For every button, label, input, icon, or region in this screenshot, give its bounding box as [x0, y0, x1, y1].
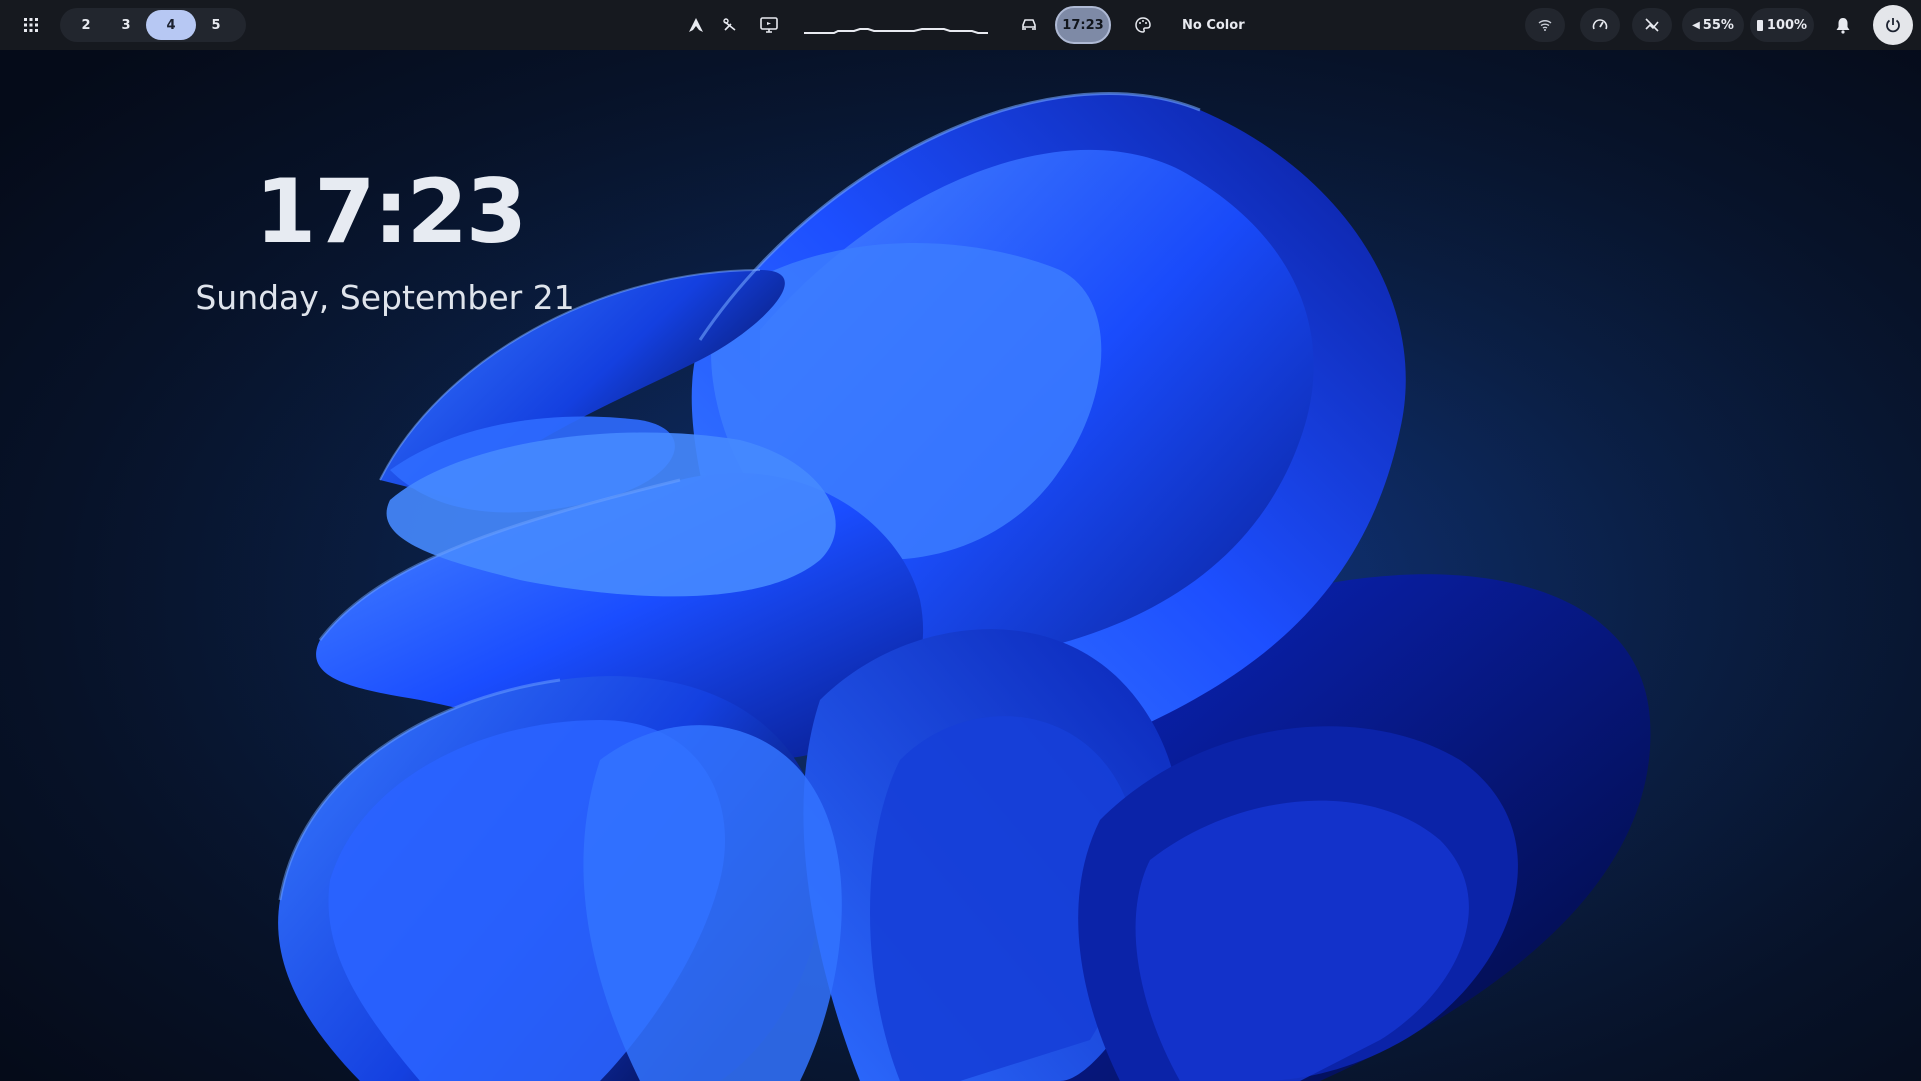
workspace-2[interactable]: 2 — [66, 10, 106, 40]
network-off-icon[interactable] — [1632, 8, 1672, 42]
volume-icon: ◀ — [1692, 19, 1700, 31]
screen-record-icon[interactable] — [756, 8, 782, 42]
desktop: 2 3 4 5 17:23 No Color ◀ 55% 100% 17:23 … — [0, 0, 1921, 1081]
notification-bell-icon[interactable] — [1828, 8, 1858, 42]
workspace-3[interactable]: 3 — [106, 10, 146, 40]
apps-grid-icon[interactable] — [14, 8, 48, 42]
workspace-switcher: 2 3 4 5 — [60, 8, 246, 42]
top-bar: 2 3 4 5 17:23 No Color ◀ 55% 100% — [0, 0, 1921, 50]
performance-icon[interactable] — [1580, 8, 1620, 42]
battery-level: 100% — [1766, 17, 1808, 33]
audio-visualizer — [804, 14, 988, 36]
snip-tool-icon[interactable] — [718, 8, 742, 42]
game-mode-icon[interactable] — [1016, 8, 1042, 42]
battery-indicator[interactable]: 100% — [1750, 8, 1814, 42]
wifi-icon[interactable] — [1525, 8, 1565, 42]
power-icon — [1886, 18, 1900, 33]
color-picker-label[interactable]: No Color — [1170, 8, 1257, 42]
workspace-5[interactable]: 5 — [196, 10, 236, 40]
workspace-4[interactable]: 4 — [146, 10, 196, 40]
volume-indicator[interactable]: ◀ 55% — [1682, 8, 1744, 42]
desktop-clock-date: Sunday, September 21 — [195, 278, 575, 317]
battery-icon — [1756, 19, 1763, 31]
volume-level: 55% — [1702, 17, 1734, 33]
palette-icon[interactable] — [1130, 8, 1156, 42]
bar-clock[interactable]: 17:23 — [1055, 6, 1111, 44]
desktop-clock-time: 17:23 — [255, 160, 527, 263]
arch-logo-icon[interactable] — [684, 8, 708, 42]
power-button[interactable] — [1873, 5, 1913, 45]
